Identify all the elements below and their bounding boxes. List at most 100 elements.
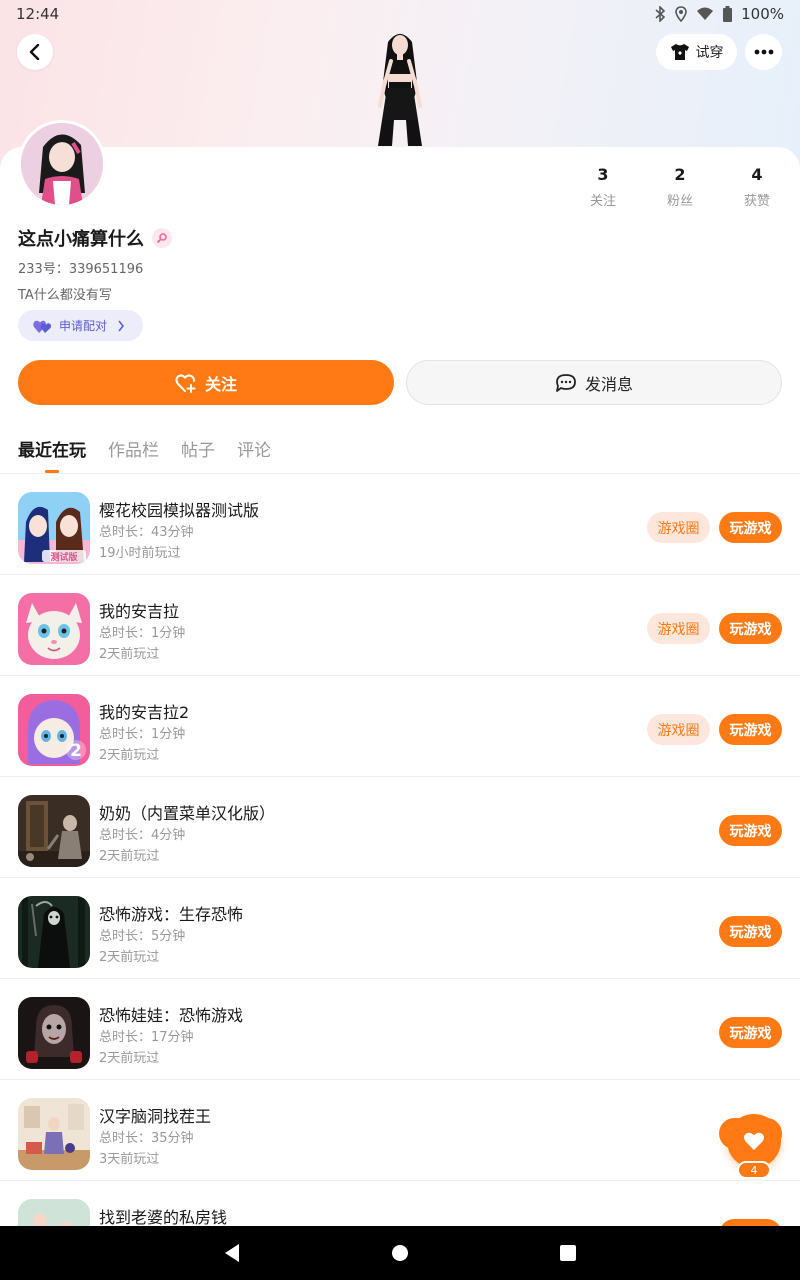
- profile-tabs: 最近在玩 作品栏 帖子 评论: [18, 436, 271, 474]
- game-duration: 总时长：43分钟: [99, 525, 194, 540]
- stat-likes-label: 获赞: [743, 194, 770, 209]
- list-item[interactable]: 我的安吉拉 总时长：1分钟 2天前玩过 游戏圈 玩游戏: [0, 575, 800, 676]
- chevron-left-icon: [29, 44, 40, 60]
- stat-followers[interactable]: 2 粉丝: [645, 165, 715, 209]
- username: 这点小痛算什么: [18, 225, 172, 251]
- list-item[interactable]: 2 我的安吉拉2 总时长：1分钟 2天前玩过 游戏圈 玩游戏: [0, 676, 800, 777]
- game-icon[interactable]: [18, 795, 90, 867]
- list-item[interactable]: 找到老婆的私房钱 玩游戏: [0, 1181, 800, 1226]
- game-last-played: 2天前玩过: [99, 647, 160, 662]
- avatar-image: [21, 123, 103, 205]
- sakura-school-icon: 测试版: [18, 492, 90, 564]
- chat-bubble-icon: [556, 373, 576, 392]
- game-icon[interactable]: [18, 593, 90, 665]
- talking-angela-icon: [18, 593, 90, 665]
- home-circle-icon[interactable]: [391, 1244, 409, 1262]
- follow-button[interactable]: 关注: [18, 360, 394, 405]
- list-item[interactable]: 恐怖游戏：生存恐怖 总时长：5分钟 2天前玩过 玩游戏: [0, 878, 800, 979]
- battery-icon: [723, 6, 733, 22]
- play-game-button[interactable]: 玩游戏: [719, 714, 782, 745]
- game-last-played: 2天前玩过: [99, 849, 160, 864]
- game-icon[interactable]: [18, 1098, 90, 1170]
- like-count-badge: 4: [737, 1161, 771, 1179]
- stat-following[interactable]: 3 关注: [568, 165, 638, 209]
- list-item[interactable]: 测试版 樱花校园模拟器测试版 总时长：43分钟 19小时前玩过 游戏圈 玩游戏: [0, 474, 800, 575]
- game-duration: 总时长：4分钟: [99, 828, 186, 843]
- location-icon: [675, 6, 687, 22]
- status-bar: 12:44 100%: [0, 0, 800, 28]
- list-item[interactable]: 奶奶（内置菜单汉化版） 总时长：4分钟 2天前玩过 玩游戏: [0, 777, 800, 878]
- find-money-icon: [18, 1199, 90, 1226]
- horror-survival-icon: [18, 896, 90, 968]
- play-game-button[interactable]: 玩游戏: [719, 613, 782, 644]
- game-circle-button[interactable]: 游戏圈: [647, 613, 710, 644]
- game-duration: 总时长：1分钟: [99, 727, 186, 742]
- send-message-button[interactable]: 发消息: [406, 360, 782, 405]
- tab-works[interactable]: 作品栏: [108, 436, 159, 474]
- granny-icon: [18, 795, 90, 867]
- game-icon[interactable]: [18, 1199, 90, 1226]
- user-bio: TA什么都没有写: [18, 288, 112, 303]
- game-last-played: 3天前玩过: [99, 1152, 160, 1167]
- tab-comments[interactable]: 评论: [237, 436, 271, 474]
- request-pairing-button[interactable]: 申请配对: [18, 310, 143, 341]
- floating-like-button[interactable]: [727, 1114, 781, 1168]
- list-item[interactable]: 汉字脑洞找茬王 总时长：35分钟 3天前玩过 玩游戏: [0, 1080, 800, 1181]
- avatar[interactable]: [18, 120, 106, 208]
- game-last-played: 2天前玩过: [99, 950, 160, 965]
- bluetooth-icon: [655, 6, 666, 22]
- list-item[interactable]: 恐怖娃娃：恐怖游戏 总时长：17分钟 2天前玩过 玩游戏: [0, 979, 800, 1080]
- more-dots-icon: [754, 49, 773, 55]
- stat-likes[interactable]: 4 获赞: [722, 165, 792, 209]
- username-text: 这点小痛算什么: [18, 229, 144, 250]
- play-game-button[interactable]: 玩游戏: [719, 1219, 782, 1226]
- play-game-button[interactable]: 玩游戏: [719, 916, 782, 947]
- back-button[interactable]: [17, 34, 53, 70]
- game-icon[interactable]: 测试版: [18, 492, 90, 564]
- battery-percent: 100%: [741, 5, 784, 23]
- game-duration: 总时长：1分钟: [99, 626, 186, 641]
- horror-doll-icon: [18, 997, 90, 1069]
- game-duration: 总时长：5分钟: [99, 929, 186, 944]
- play-game-button[interactable]: 玩游戏: [719, 1017, 782, 1048]
- game-title: 恐怖娃娃：恐怖游戏: [99, 1006, 244, 1025]
- character-figure[interactable]: [360, 28, 440, 148]
- more-options-button[interactable]: [745, 34, 782, 70]
- game-title: 我的安吉拉: [99, 602, 180, 621]
- game-last-played: 2天前玩过: [99, 1051, 160, 1066]
- request-pairing-label: 申请配对: [59, 319, 108, 333]
- tab-recently-played[interactable]: 最近在玩: [18, 436, 86, 474]
- game-icon[interactable]: [18, 896, 90, 968]
- try-on-button[interactable]: 试穿: [656, 34, 737, 70]
- stat-followers-count: 2: [674, 165, 686, 184]
- try-on-label: 试穿: [695, 45, 724, 61]
- game-title: 我的安吉拉2: [99, 703, 190, 722]
- system-navigation-bar: [0, 1226, 800, 1280]
- recents-square-icon[interactable]: [559, 1244, 577, 1262]
- tab-posts[interactable]: 帖子: [181, 436, 215, 474]
- status-time: 12:44: [16, 5, 60, 23]
- game-circle-button[interactable]: 游戏圈: [647, 512, 710, 543]
- game-icon[interactable]: 2: [18, 694, 90, 766]
- double-heart-icon: [33, 320, 52, 333]
- stat-following-count: 3: [597, 165, 609, 184]
- follow-label: 关注: [204, 374, 237, 394]
- stat-likes-count: 4: [751, 165, 763, 184]
- angela2-badge-text: 2: [70, 741, 82, 761]
- heart-icon: [744, 1132, 764, 1150]
- word-puzzle-icon: [18, 1098, 90, 1170]
- play-game-button[interactable]: 玩游戏: [719, 512, 782, 543]
- game-title: 奶奶（内置菜单汉化版）: [99, 804, 276, 823]
- profile-stats: 3 关注 2 粉丝 4 获赞: [560, 165, 800, 210]
- status-icons: 100%: [654, 5, 784, 23]
- game-title: 樱花校园模拟器测试版: [99, 501, 260, 520]
- game-icon[interactable]: [18, 997, 90, 1069]
- game-duration: 总时长：17分钟: [99, 1030, 194, 1045]
- play-game-button[interactable]: 玩游戏: [719, 815, 782, 846]
- game-title: 找到老婆的私房钱: [99, 1208, 228, 1226]
- heart-plus-icon: [175, 373, 196, 393]
- game-circle-button[interactable]: 游戏圈: [647, 714, 710, 745]
- stat-followers-label: 粉丝: [666, 194, 693, 209]
- back-triangle-icon[interactable]: [223, 1243, 241, 1263]
- talking-angela-2-icon: 2: [18, 694, 90, 766]
